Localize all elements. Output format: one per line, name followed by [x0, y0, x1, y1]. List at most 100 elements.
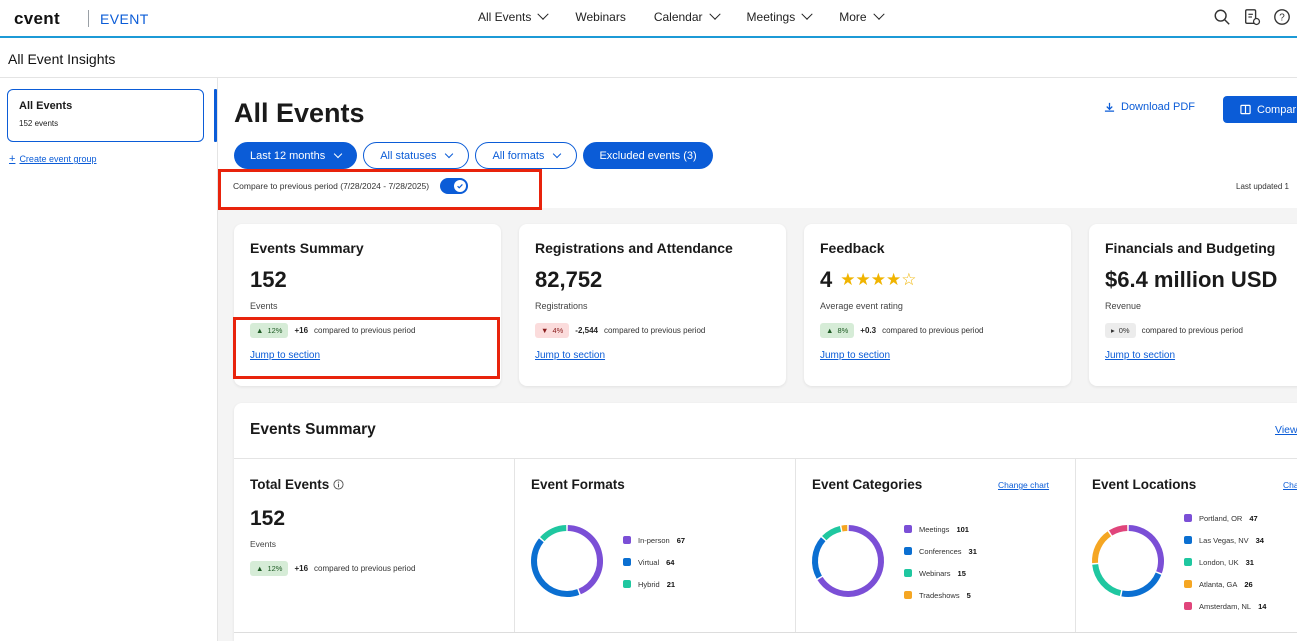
card-title: Financials and Budgeting: [1105, 240, 1276, 256]
legend-value: 64: [666, 557, 675, 567]
event-locations-panel: Event Locations Chang Portland, OR 47 Las…: [1076, 459, 1297, 633]
donut-segment-las-vegas-nv[interactable]: [1121, 572, 1162, 597]
selected-indicator: [214, 89, 217, 142]
event-locations-donut-chart[interactable]: [1090, 523, 1166, 599]
chevron-down-icon: [537, 8, 550, 20]
arrow-right-icon: ▸: [1111, 326, 1115, 335]
card-value-text: 152: [250, 267, 287, 292]
legend-value: 101: [956, 524, 969, 534]
filter-excluded-events[interactable]: Excluded events (3): [583, 142, 713, 169]
trend-change: +0.3: [860, 326, 877, 335]
nav-webinars[interactable]: Webinars: [575, 10, 625, 24]
chevron-down-icon: [708, 8, 721, 20]
registrations-card: Registrations and Attendance 82,752 Regi…: [519, 224, 786, 386]
card-delta: ▼ 4% -2,544 compared to previous period: [535, 323, 770, 338]
card-delta: ▸ 0% compared to previous period: [1105, 323, 1297, 338]
legend-swatch: [904, 547, 912, 555]
search-icon[interactable]: [1213, 8, 1231, 26]
legend-label: Hybrid: [638, 579, 660, 589]
donut-segment-virtual[interactable]: [531, 538, 580, 597]
legend-label: Amsterdam, NL: [1199, 601, 1252, 611]
filter-date-range[interactable]: Last 12 months: [234, 142, 358, 169]
legend-value: 31: [1245, 557, 1254, 567]
trend-compare-text: compared to previous period: [882, 326, 984, 335]
change-chart-link[interactable]: Chang: [1283, 480, 1297, 490]
trend-percent: 12%: [267, 326, 283, 335]
legend-label: London, UK: [1199, 557, 1239, 567]
change-chart-link[interactable]: Change chart: [998, 480, 1049, 490]
help-icon[interactable]: ?: [1273, 8, 1291, 26]
donut-segment-london-uk[interactable]: [1092, 563, 1122, 597]
panel-title: Total Events: [250, 477, 344, 492]
legend-value: 5: [966, 590, 971, 600]
card-label: Events: [250, 301, 278, 311]
nav-calendar[interactable]: Calendar: [654, 8, 721, 24]
event-formats-donut-chart[interactable]: [529, 523, 605, 599]
trend-compare-text: compared to previous period: [1141, 326, 1243, 335]
product-name: EVENT: [100, 11, 149, 27]
jump-to-section-link[interactable]: Jump to section: [820, 350, 890, 361]
legend-swatch: [1184, 580, 1192, 588]
download-pdf-button[interactable]: Download PDF: [1104, 101, 1195, 113]
legend-value: 21: [666, 579, 676, 589]
trend-compare-text: compared to previous period: [314, 326, 416, 335]
compare-period-toggle[interactable]: [440, 178, 469, 194]
legend-item: Tradeshows 5: [904, 590, 977, 600]
donut-segment-atlanta-ga[interactable]: [1092, 531, 1112, 564]
nav-all-events[interactable]: All Events: [478, 8, 550, 24]
donut-segment-hybrid[interactable]: [540, 525, 567, 542]
event-locations-legend: Portland, OR 47 Las Vegas, NV 34 London, U…: [1184, 513, 1266, 623]
reports-icon[interactable]: [1243, 8, 1261, 26]
event-categories-donut-chart[interactable]: [810, 523, 886, 599]
star-empty-icon: ☆: [901, 270, 917, 289]
check-icon: [457, 183, 463, 189]
donut-segment-in-person[interactable]: [567, 525, 603, 595]
compare-button[interactable]: Compar: [1223, 96, 1297, 123]
filter-excluded-label: Excluded events (3): [599, 149, 697, 162]
page-title: All Events: [234, 98, 365, 128]
info-icon[interactable]: [333, 479, 344, 490]
legend-item: Virtual 64: [623, 557, 685, 567]
jump-to-section-link[interactable]: Jump to section: [535, 350, 605, 361]
top-icons: ?: [1213, 8, 1291, 26]
filter-status[interactable]: All statuses: [363, 142, 470, 169]
trend-compare-text: compared to previous period: [314, 564, 416, 573]
jump-to-section-link[interactable]: Jump to section: [250, 350, 320, 361]
legend-item: Conferences 31: [904, 546, 977, 556]
donut-segment-conferences[interactable]: [812, 537, 826, 579]
legend-swatch: [1184, 514, 1192, 522]
view-link[interactable]: View: [1275, 424, 1297, 436]
arrow-down-icon: ▼: [541, 326, 549, 335]
chevron-down-icon: [801, 8, 813, 20]
filter-format-label: All formats: [492, 149, 545, 162]
nav-meetings[interactable]: Meetings: [747, 8, 813, 24]
breadcrumb-title: All Event Insights: [8, 51, 116, 67]
legend-item: Portland, OR 47: [1184, 513, 1266, 523]
donut-segment-portland-or[interactable]: [1128, 525, 1164, 574]
filter-format[interactable]: All formats: [475, 142, 578, 169]
donut-segment-meetings[interactable]: [817, 525, 884, 597]
feedback-card: Feedback 4 ★★★★☆ Average event rating ▲ 8…: [804, 224, 1071, 386]
star-filled-icon: ★: [870, 270, 886, 289]
toggle-knob: [454, 180, 467, 192]
trend-compare-text: compared to previous period: [603, 326, 706, 335]
section-bottom-rule: [234, 632, 1297, 633]
donut-segment-amsterdam-nl[interactable]: [1108, 525, 1128, 536]
donut-segment-webinars[interactable]: [822, 525, 842, 541]
cvent-logo[interactable]: cvent: [14, 9, 60, 29]
create-event-group-link[interactable]: + Create event group: [9, 153, 97, 165]
sidebar-item-all-events[interactable]: All Events 152 events: [7, 89, 204, 142]
nav-more[interactable]: More: [839, 8, 885, 24]
legend-value: 26: [1244, 579, 1253, 589]
sidebar: All Events 152 events + Create event grou…: [0, 78, 218, 641]
legend-label: Las Vegas, NV: [1199, 535, 1249, 545]
events-summary-card: Events Summary 152 Events ▲ 12% +16 compa…: [234, 224, 501, 386]
compare-period-row: Compare to previous period (7/28/2024 - …: [233, 178, 469, 194]
main-header: All Events Download PDF Compar Last 12 m…: [218, 78, 1297, 208]
jump-to-section-link[interactable]: Jump to section: [1105, 350, 1175, 361]
donut-segment-tradeshows[interactable]: [841, 525, 848, 532]
legend-item: London, UK 31: [1184, 557, 1266, 567]
legend-swatch: [904, 569, 912, 577]
download-pdf-label: Download PDF: [1121, 101, 1195, 113]
legend-swatch: [623, 580, 631, 588]
